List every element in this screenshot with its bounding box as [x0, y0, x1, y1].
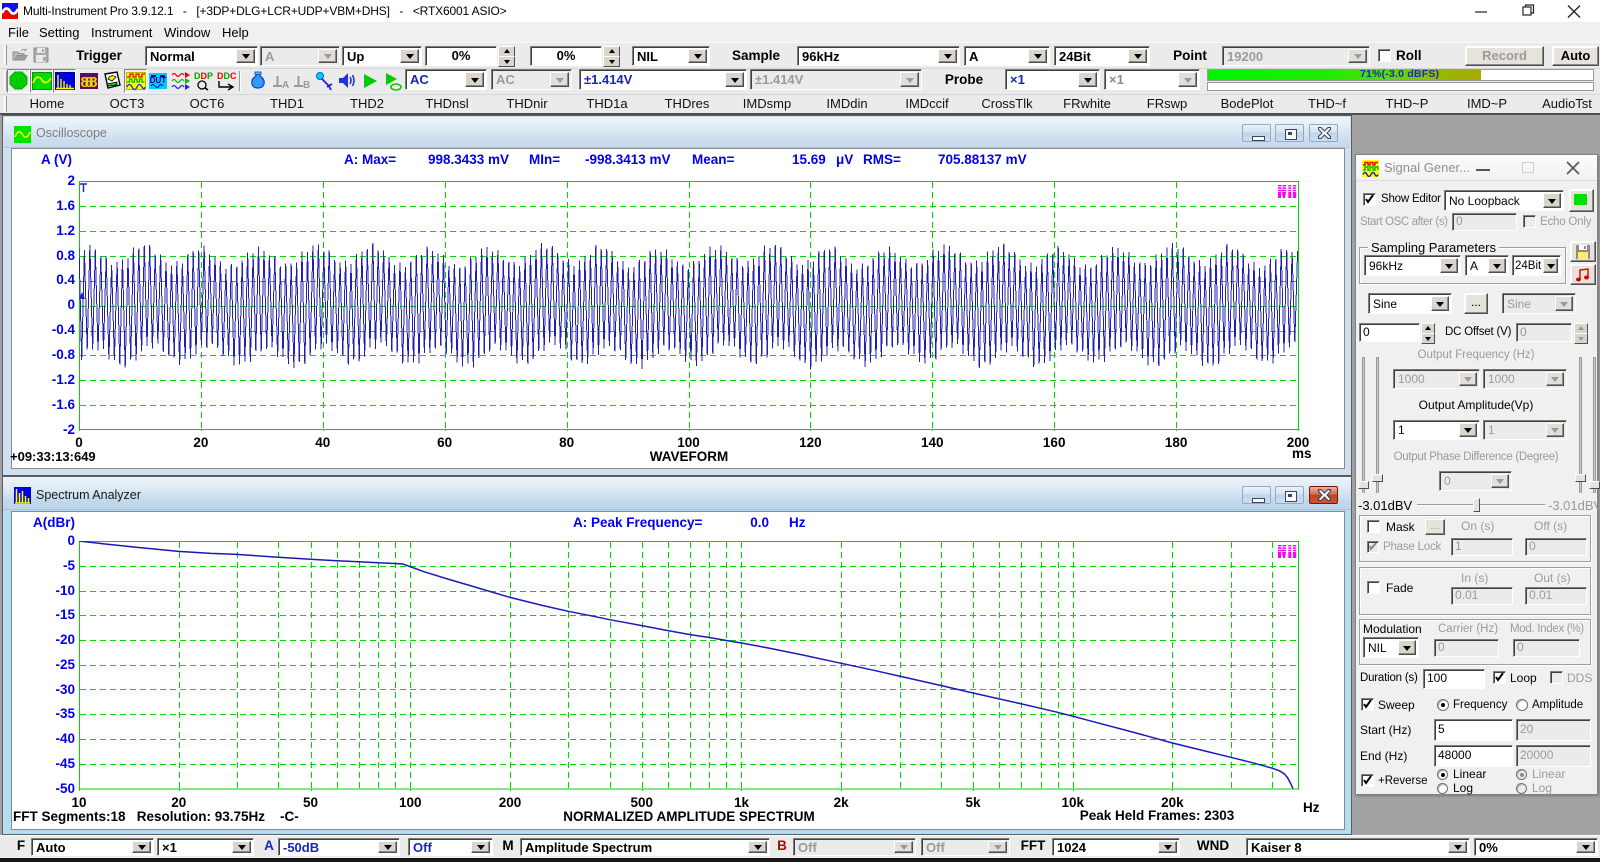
svg-text:888: 888 — [80, 74, 97, 91]
svg-text:DDP: DDP — [194, 71, 213, 81]
svg-text:DDC: DDC — [217, 71, 236, 81]
svg-text:B: B — [303, 80, 310, 91]
svg-text:A: A — [282, 80, 289, 91]
svg-text:DUT: DUT — [149, 76, 166, 85]
